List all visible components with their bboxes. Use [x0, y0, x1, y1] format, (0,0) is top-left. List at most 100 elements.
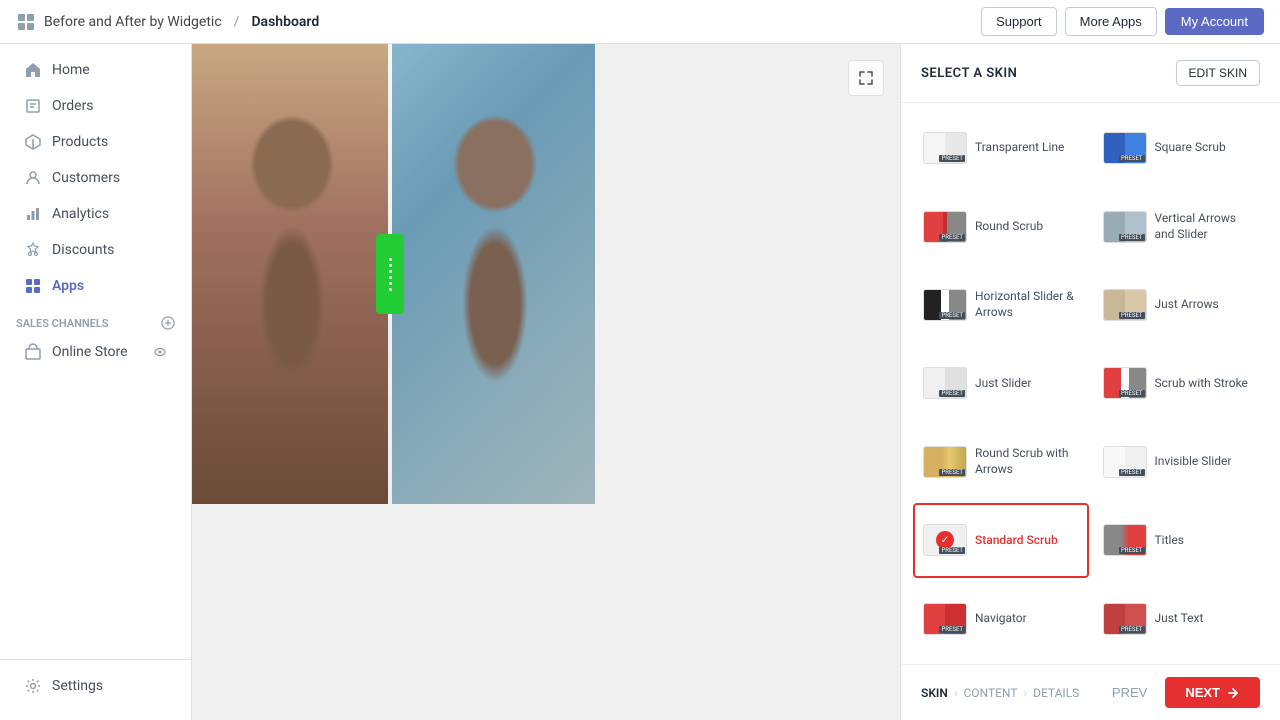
skin-thumb-just-text: PRESET: [1103, 603, 1147, 635]
main-layout: Home Orders Products Customers Analytics: [0, 44, 1280, 720]
online-store-icon: [24, 343, 42, 361]
skin-thumb-titles: PRESET: [1103, 524, 1147, 556]
settings-icon: [24, 677, 42, 695]
sidebar-item-apps[interactable]: Apps: [8, 269, 183, 303]
handle-line: [389, 258, 392, 261]
skin-thumb-invisible-slider: PRESET: [1103, 446, 1147, 478]
skin-item-just-arrows[interactable]: PRESET Just Arrows: [1093, 268, 1269, 342]
sidebar-label-orders: Orders: [52, 98, 94, 114]
sidebar-label-online-store: Online Store: [52, 344, 128, 360]
sidebar: Home Orders Products Customers Analytics: [0, 44, 192, 720]
products-icon: [24, 133, 42, 151]
skin-item-vertical-arrows-slider[interactable]: PRESET Vertical Arrows and Slider: [1093, 189, 1269, 263]
edit-skin-button[interactable]: EDIT SKIN: [1176, 60, 1260, 86]
handle-line: [389, 264, 392, 267]
skin-item-round-scrub-arrows[interactable]: PRESET Round Scrub with Arrows: [913, 425, 1089, 499]
skin-thumb-just-slider: PRESET: [923, 367, 967, 399]
skin-panel: SELECT A SKIN EDIT SKIN PRESET Transpare…: [900, 44, 1280, 720]
eye-icon: [153, 345, 167, 359]
fullscreen-button[interactable]: [848, 60, 884, 96]
more-apps-button[interactable]: More Apps: [1065, 7, 1157, 36]
skin-item-standard-scrub[interactable]: ✓ PRESET Standard Scrub: [913, 503, 1089, 577]
page-title: Dashboard: [251, 14, 319, 30]
skin-label-square-scrub: Square Scrub: [1155, 140, 1226, 156]
skin-item-transparent-line[interactable]: PRESET Transparent Line: [913, 111, 1089, 185]
skin-grid: PRESET Transparent Line PRESET Square Sc…: [901, 103, 1280, 664]
before-image: [192, 44, 392, 504]
wizard-steps: SKIN › CONTENT › DETAILS: [921, 686, 1079, 700]
canvas-area: [192, 44, 900, 720]
orders-icon: [24, 97, 42, 115]
skin-label-just-text: Just Text: [1155, 611, 1204, 627]
skin-thumb-transparent-line: PRESET: [923, 132, 967, 164]
skin-label-invisible-slider: Invisible Slider: [1155, 454, 1232, 470]
skin-thumb-navigator: PRESET: [923, 603, 967, 635]
skin-item-horizontal-slider[interactable]: PRESET Horizontal Slider & Arrows: [913, 268, 1089, 342]
sidebar-label-home: Home: [52, 62, 90, 78]
skin-label-transparent-line: Transparent Line: [975, 140, 1064, 156]
next-button[interactable]: NEXT: [1165, 677, 1260, 708]
sidebar-item-orders[interactable]: Orders: [8, 89, 183, 123]
app-name-label: Before and After by Widgetic: [44, 14, 222, 30]
sidebar-label-apps: Apps: [52, 278, 84, 294]
before-after-preview[interactable]: [192, 44, 595, 504]
topbar: Before and After by Widgetic / Dashboard…: [0, 0, 1280, 44]
sidebar-item-analytics[interactable]: Analytics: [8, 197, 183, 231]
skin-label-just-slider: Just Slider: [975, 376, 1032, 392]
skin-thumb-round-scrub-arrows: PRESET: [923, 446, 967, 478]
skin-item-invisible-slider[interactable]: PRESET Invisible Slider: [1093, 425, 1269, 499]
skin-item-navigator[interactable]: PRESET Navigator: [913, 582, 1089, 656]
handle-line: [389, 270, 392, 273]
breadcrumb: Before and After by Widgetic / Dashboard: [16, 12, 319, 32]
sidebar-label-discounts: Discounts: [52, 242, 114, 258]
sidebar-label-settings: Settings: [52, 678, 103, 694]
step-details: DETAILS: [1033, 686, 1079, 700]
skin-thumb-square-scrub: PRESET: [1103, 132, 1147, 164]
skin-label-round-scrub: Round Scrub: [975, 219, 1043, 235]
skin-label-horizontal-slider: Horizontal Slider & Arrows: [975, 289, 1079, 320]
skin-item-titles[interactable]: PRESET Titles: [1093, 503, 1269, 577]
step-skin: SKIN: [921, 686, 948, 700]
handle-line: [389, 288, 392, 291]
panel-footer: SKIN › CONTENT › DETAILS PREV NEXT: [901, 664, 1280, 720]
skin-label-round-scrub-arrows: Round Scrub with Arrows: [975, 446, 1079, 477]
skin-item-just-text[interactable]: PRESET Just Text: [1093, 582, 1269, 656]
panel-title: SELECT A SKIN: [921, 66, 1017, 81]
step-content: CONTENT: [963, 686, 1017, 700]
sidebar-label-customers: Customers: [52, 170, 120, 186]
prev-button[interactable]: PREV: [1102, 677, 1157, 708]
after-image: [392, 44, 595, 504]
step-sep-1: ›: [954, 686, 958, 700]
panel-header: SELECT A SKIN EDIT SKIN: [901, 44, 1280, 103]
topbar-actions: Support More Apps My Account: [981, 7, 1264, 36]
sidebar-item-products[interactable]: Products: [8, 125, 183, 159]
sidebar-item-customers[interactable]: Customers: [8, 161, 183, 195]
discounts-icon: [24, 241, 42, 259]
skin-item-just-slider[interactable]: PRESET Just Slider: [913, 346, 1089, 420]
support-button[interactable]: Support: [981, 7, 1057, 36]
skin-item-round-scrub[interactable]: PRESET Round Scrub: [913, 189, 1089, 263]
skin-thumb-standard-scrub: ✓ PRESET: [923, 524, 967, 556]
skin-thumb-just-arrows: PRESET: [1103, 289, 1147, 321]
skin-label-navigator: Navigator: [975, 611, 1027, 627]
footer-buttons: PREV NEXT: [1102, 677, 1260, 708]
slider-handle[interactable]: [376, 234, 404, 314]
sidebar-item-online-store[interactable]: Online Store: [8, 335, 183, 369]
skin-label-scrub-with-stroke: Scrub with Stroke: [1155, 376, 1248, 392]
skin-thumb-round-scrub: PRESET: [923, 211, 967, 243]
skin-thumb-vertical-arrows: PRESET: [1103, 211, 1147, 243]
skin-item-scrub-with-stroke[interactable]: PRESET Scrub with Stroke: [1093, 346, 1269, 420]
skin-thumb-horizontal-slider: PRESET: [923, 289, 967, 321]
sidebar-item-home[interactable]: Home: [8, 53, 183, 87]
sidebar-item-settings[interactable]: Settings: [8, 669, 183, 703]
my-account-button[interactable]: My Account: [1165, 8, 1264, 35]
breadcrumb-separator: /: [234, 14, 240, 30]
skin-item-square-scrub[interactable]: PRESET Square Scrub: [1093, 111, 1269, 185]
sidebar-item-discounts[interactable]: Discounts: [8, 233, 183, 267]
customers-icon: [24, 169, 42, 187]
step-sep-2: ›: [1023, 686, 1027, 700]
handle-line: [389, 276, 392, 279]
skin-label-just-arrows: Just Arrows: [1155, 297, 1219, 313]
skin-thumb-scrub-stroke: PRESET: [1103, 367, 1147, 399]
skin-label-standard-scrub: Standard Scrub: [975, 533, 1058, 549]
